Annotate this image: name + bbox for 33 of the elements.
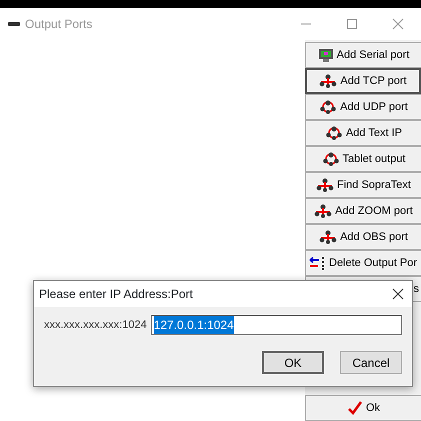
network-people-icon [316,178,334,192]
ring-network-icon [319,100,338,114]
port-button[interactable]: Add Text IP [305,120,421,146]
window-icon [8,21,20,27]
ip-address-field[interactable]: 127.0.0.1:1024 [150,315,402,335]
port-button[interactable]: Add ZOOM port [305,198,421,224]
dialog-title: Please enter IP Address:Port [39,286,193,303]
port-button[interactable]: Find SopraText [305,172,421,198]
close-icon [392,288,404,300]
close-icon [392,18,404,30]
prompt-label: xxx.xxx.xxx.xxx:1024 [44,318,147,333]
monitor-icon [318,48,334,62]
network-people-icon [319,74,338,88]
dialog-button[interactable]: Cancel [340,351,402,374]
dialog-button[interactable]: OK [262,351,324,374]
ring-network-icon [322,152,340,166]
port-button[interactable]: Add Serial port [305,42,421,68]
check-icon [346,401,363,415]
close-button[interactable] [392,288,404,300]
delete-arrows-icon [308,256,326,270]
port-button[interactable]: Add TCP port [305,68,421,94]
ok-button[interactable]: Ok [305,395,421,421]
port-button[interactable]: Tablet output [305,146,421,172]
network-people-icon [319,230,338,244]
field-value: 127.0.0.1:1024 [154,316,234,334]
port-button[interactable]: Add OBS port [305,224,421,250]
port-button[interactable]: Delete Output Por [305,250,421,276]
ring-network-icon [324,126,343,140]
port-button[interactable]: Add UDP port [305,94,421,120]
maximize-icon [346,18,358,30]
network-people-icon [314,204,332,218]
window-title: Output Ports [25,16,94,33]
maximize-button[interactable] [346,18,358,30]
